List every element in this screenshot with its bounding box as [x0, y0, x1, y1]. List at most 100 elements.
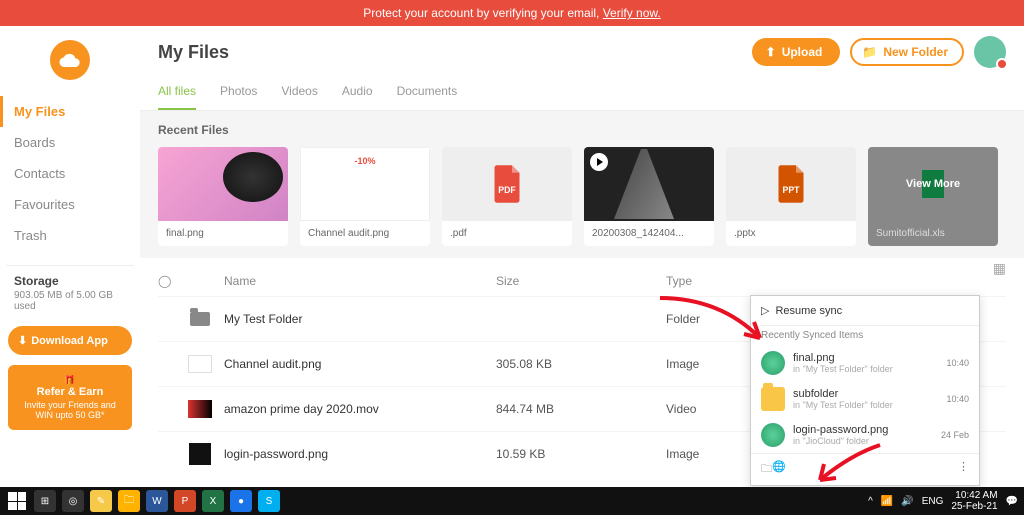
sync-item-path: in "My Test Folder" folder	[793, 364, 938, 374]
nav-my-files[interactable]: My Files	[0, 96, 134, 127]
nav-favourites[interactable]: Favourites	[6, 189, 134, 220]
list-header: ◯ Name Size Type	[158, 266, 1006, 296]
file-type-tabs: All files Photos Videos Audio Documents	[140, 72, 1024, 111]
annotation-arrow	[650, 288, 780, 358]
nav-boards[interactable]: Boards	[6, 127, 134, 158]
col-size[interactable]: Size	[496, 274, 666, 288]
sync-item-name: login-password.png	[793, 424, 933, 436]
page-title: My Files	[158, 42, 229, 63]
verify-link[interactable]: Verify now.	[603, 6, 661, 20]
file-size: 10.59 KB	[496, 447, 666, 461]
new-folder-label: New Folder	[883, 45, 948, 59]
sync-item-name: subfolder	[793, 388, 938, 400]
recent-label: Channel audit.png	[300, 221, 430, 246]
file-name: Channel audit.png	[224, 357, 496, 371]
cortana-icon[interactable]: ◎	[62, 490, 84, 512]
select-all-checkbox[interactable]: ◯	[158, 274, 188, 288]
file-size: 844.74 MB	[496, 402, 666, 416]
notifications-icon[interactable]: 💬	[1006, 496, 1018, 507]
tab-audio[interactable]: Audio	[342, 78, 373, 110]
sync-item-time: 10:40	[946, 394, 969, 404]
refer-sub: Invite your Friends and WIN upto 50 GB*	[16, 400, 124, 420]
recent-card[interactable]: PPT .pptx	[726, 147, 856, 246]
chrome-icon[interactable]: ●	[230, 490, 252, 512]
powerpoint-icon[interactable]: P	[174, 490, 196, 512]
sync-item[interactable]: subfolder in "My Test Folder" folder 10:…	[751, 381, 979, 417]
grid-view-icon[interactable]: ▦	[993, 260, 1006, 277]
clock[interactable]: 10:42 AM 25-Feb-21	[951, 490, 997, 512]
refer-title: Refer & Earn	[16, 386, 124, 398]
upload-icon: ⬆	[766, 45, 776, 59]
image-icon	[188, 442, 212, 466]
col-type[interactable]: Type	[666, 274, 836, 288]
resume-sync-button[interactable]: ▷ Resume sync	[751, 296, 979, 325]
refer-earn-card[interactable]: 🎁 Refer & Earn Invite your Friends and W…	[8, 365, 132, 430]
recent-card[interactable]: 20200308_142404...	[584, 147, 714, 246]
system-tray: ^ 📶 🔊 ENG 10:42 AM 25-Feb-21 💬	[868, 490, 1018, 512]
ppt-icon: PPT	[726, 147, 856, 221]
volume-icon[interactable]: 🔊	[901, 496, 913, 507]
word-icon[interactable]: W	[146, 490, 168, 512]
banner-text: Protect your account by verifying your e…	[363, 6, 602, 20]
recent-card[interactable]: PDF .pdf	[442, 147, 572, 246]
resume-label: Resume sync	[775, 305, 842, 317]
video-icon	[188, 397, 212, 421]
sync-item-time: 10:40	[946, 358, 969, 368]
more-options-icon[interactable]: ⋮	[958, 460, 969, 479]
open-folder-icon[interactable]: 🗀	[761, 460, 772, 479]
file-size: 305.08 KB	[496, 357, 666, 371]
notification-badge	[996, 58, 1008, 70]
language-indicator[interactable]: ENG	[922, 496, 944, 507]
sync-item-name: final.png	[793, 352, 938, 364]
recent-label: .pdf	[442, 221, 572, 246]
view-more-card[interactable]: View More Sumitofficial.xls	[868, 147, 998, 246]
recent-label: .pptx	[726, 221, 856, 246]
file-sync-icon	[761, 423, 785, 447]
download-app-button[interactable]: ⬇ Download App	[8, 326, 132, 355]
sync-item[interactable]: final.png in "My Test Folder" folder 10:…	[751, 345, 979, 381]
svg-text:PDF: PDF	[498, 185, 516, 195]
tray-chevron-icon[interactable]: ^	[868, 496, 873, 507]
nav-trash[interactable]: Trash	[6, 220, 134, 251]
new-folder-button[interactable]: 📁 New Folder	[850, 38, 964, 66]
storage-info: Storage 903.05 MB of 5.00 GB used	[6, 265, 134, 320]
file-explorer-icon[interactable]: 🗀	[118, 490, 140, 512]
tab-documents[interactable]: Documents	[397, 78, 458, 110]
tab-videos[interactable]: Videos	[281, 78, 317, 110]
recent-label: final.png	[158, 221, 288, 246]
task-view-icon[interactable]: ⊞	[34, 490, 56, 512]
excel-icon[interactable]: X	[202, 490, 224, 512]
view-more-label: View More	[906, 178, 960, 190]
col-name[interactable]: Name	[224, 274, 496, 288]
play-icon	[590, 153, 608, 171]
recent-files-section: Recent Files final.png -10% Channel audi…	[140, 111, 1024, 258]
download-icon: ⬇	[18, 334, 27, 347]
annotation-arrow	[800, 440, 890, 490]
file-name: My Test Folder	[224, 312, 496, 326]
image-thumbnail	[158, 147, 288, 221]
app-icon[interactable]: ✎	[90, 490, 112, 512]
sidebar: My Files Boards Contacts Favourites Tras…	[0, 26, 140, 488]
recent-card[interactable]: -10% Channel audit.png	[300, 147, 430, 246]
gift-icon: 🎁	[16, 375, 124, 386]
date: 25-Feb-21	[951, 501, 997, 512]
tab-photos[interactable]: Photos	[220, 78, 257, 110]
user-avatar[interactable]	[974, 36, 1006, 68]
header: My Files ⬆ Upload 📁 New Folder	[140, 26, 1024, 72]
web-icon[interactable]: 🌐	[772, 460, 786, 479]
cloud-icon	[59, 53, 81, 67]
sync-item-time: 24 Feb	[941, 430, 969, 440]
upload-label: Upload	[782, 45, 823, 59]
upload-button[interactable]: ⬆ Upload	[752, 38, 841, 66]
storage-detail: 903.05 MB of 5.00 GB used	[14, 290, 126, 312]
recent-label: 20200308_142404...	[584, 221, 714, 246]
skype-icon[interactable]: S	[258, 490, 280, 512]
recent-card[interactable]: final.png	[158, 147, 288, 246]
app-logo[interactable]	[50, 40, 90, 80]
image-thumbnail: -10%	[300, 147, 430, 221]
start-button[interactable]	[6, 490, 28, 512]
wifi-icon[interactable]: 📶	[881, 496, 893, 507]
tab-all-files[interactable]: All files	[158, 78, 196, 110]
recent-title: Recent Files	[158, 123, 1006, 137]
nav-contacts[interactable]: Contacts	[6, 158, 134, 189]
